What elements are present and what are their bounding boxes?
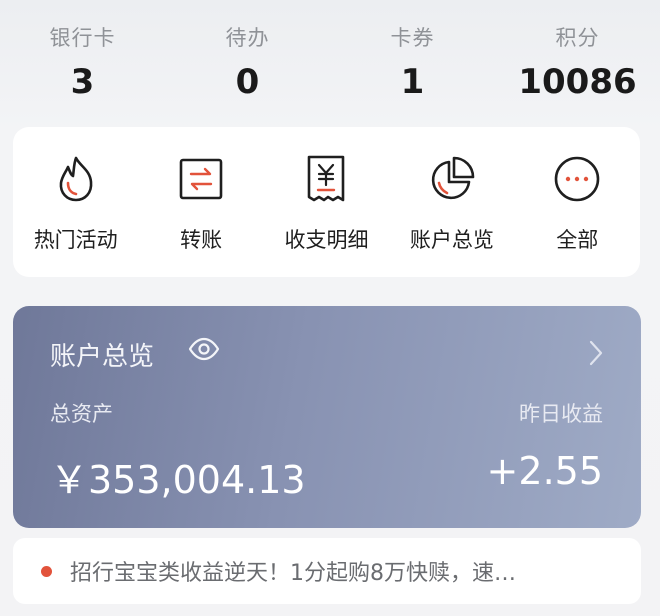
quick-action-transfer[interactable]: 转账 xyxy=(138,127,263,277)
stat-value: 1 xyxy=(400,62,425,102)
stat-coupons[interactable]: 卡券 1 xyxy=(330,0,495,130)
account-overview-card[interactable]: 账户总览 总资产 昨日收益 ￥353,004.13 +2.55 xyxy=(13,306,641,528)
stat-value: 3 xyxy=(70,62,95,102)
stat-value: 0 xyxy=(235,62,260,102)
quick-action-label: 账户总览 xyxy=(409,228,494,252)
quick-action-hot-activities[interactable]: 热门活动 xyxy=(13,127,138,277)
total-assets-value: ￥353,004.13 xyxy=(50,458,306,502)
quick-action-label: 热门活动 xyxy=(33,228,118,252)
yesterday-earnings-label: 昨日收益 xyxy=(519,402,603,426)
stat-label: 卡券 xyxy=(390,26,435,50)
quick-action-label: 全部 xyxy=(556,228,599,252)
quick-action-all[interactable]: 全部 xyxy=(515,127,640,277)
overview-title: 账户总览 xyxy=(50,342,155,372)
notice-dot-icon xyxy=(41,565,52,577)
stat-label: 待办 xyxy=(225,26,270,50)
pie-chart-icon xyxy=(427,154,477,204)
chevron-right-icon[interactable] xyxy=(589,340,603,370)
quick-actions-card: 热门活动 转账 收支明细 账户总览 全部 xyxy=(13,127,640,277)
receipt-icon xyxy=(301,154,351,204)
stats-bar: 银行卡 3 待办 0 卡券 1 积分 10086 xyxy=(0,0,660,130)
quick-action-label: 收支明细 xyxy=(284,228,369,252)
total-assets-label: 总资产 xyxy=(50,402,113,426)
stat-value: 10086 xyxy=(518,62,637,102)
more-icon xyxy=(552,154,602,204)
notice-text: 招行宝宝类收益逆天！1分起购8万快赎，速… xyxy=(70,561,516,586)
quick-action-label: 转账 xyxy=(180,228,223,252)
stat-label: 银行卡 xyxy=(49,26,116,50)
quick-action-statement[interactable]: 收支明细 xyxy=(264,127,389,277)
stat-todo[interactable]: 待办 0 xyxy=(165,0,330,130)
eye-icon[interactable] xyxy=(188,336,220,366)
transfer-icon xyxy=(176,154,226,204)
stat-points[interactable]: 积分 10086 xyxy=(495,0,660,130)
flame-icon xyxy=(51,154,101,204)
notice-banner[interactable]: 招行宝宝类收益逆天！1分起购8万快赎，速… xyxy=(13,538,641,604)
stat-bank-cards[interactable]: 银行卡 3 xyxy=(0,0,165,130)
stat-label: 积分 xyxy=(555,26,600,50)
yesterday-earnings-value: +2.55 xyxy=(486,449,603,493)
quick-action-account-overview[interactable]: 账户总览 xyxy=(389,127,514,277)
